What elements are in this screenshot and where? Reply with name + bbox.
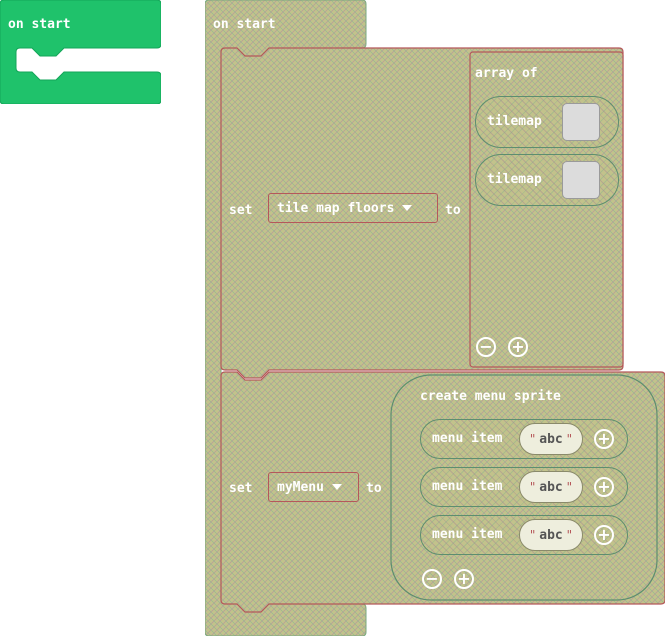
- chevron-down-icon: [331, 484, 342, 490]
- to-label: to: [366, 481, 382, 496]
- menu-item-label: menu item: [432, 527, 503, 542]
- set-my-menu-block[interactable]: set myMenu to create menu sprite menu it…: [221, 372, 665, 604]
- add-parameter-icon[interactable]: +: [594, 525, 614, 545]
- add-parameter-icon[interactable]: +: [594, 429, 614, 449]
- chevron-down-icon: [402, 205, 413, 211]
- menu-item-text-field[interactable]: " abc ": [519, 423, 583, 455]
- tilemap-editor-swatch[interactable]: [562, 103, 600, 141]
- tilemap-label: tilemap: [487, 114, 542, 129]
- create-menu-sprite-label: create menu sprite: [420, 389, 561, 404]
- set-label: set: [229, 481, 253, 496]
- menu-item-value: abc: [539, 527, 563, 543]
- menu-item-text-field[interactable]: " abc ": [519, 519, 583, 551]
- quote-open: ": [529, 432, 537, 446]
- toolbox-on-start-label: on start: [8, 17, 71, 32]
- remove-item-icon[interactable]: −: [422, 569, 442, 589]
- menu-item-1[interactable]: menu item " abc " +: [420, 419, 628, 459]
- on-start-label: on start: [213, 17, 276, 32]
- tilemap-label: tilemap: [487, 172, 542, 187]
- variable-name: myMenu: [277, 479, 324, 495]
- variable-name: tile map floors: [277, 200, 395, 216]
- set-tile-map-floors-block[interactable]: set tile map floors to array of tilemap …: [221, 48, 623, 370]
- quote-close: ": [565, 480, 573, 494]
- variable-dropdown-tile-map-floors[interactable]: tile map floors: [268, 193, 438, 223]
- tilemap-editor-swatch[interactable]: [562, 161, 600, 199]
- tilemap-item-1[interactable]: tilemap: [475, 96, 619, 148]
- menu-item-value: abc: [539, 479, 563, 495]
- menu-item-label: menu item: [432, 431, 503, 446]
- add-parameter-icon[interactable]: +: [594, 477, 614, 497]
- quote-close: ": [565, 528, 573, 542]
- menu-item-text-field[interactable]: " abc ": [519, 471, 583, 503]
- menu-item-value: abc: [539, 431, 563, 447]
- tilemap-item-2[interactable]: tilemap: [475, 154, 619, 206]
- add-item-icon[interactable]: +: [454, 569, 474, 589]
- to-label: to: [445, 203, 461, 218]
- set-label: set: [229, 203, 253, 218]
- menu-item-2[interactable]: menu item " abc " +: [420, 467, 628, 507]
- remove-item-icon[interactable]: −: [476, 337, 496, 357]
- menu-item-label: menu item: [432, 479, 503, 494]
- toolbox-on-start-block[interactable]: on start: [0, 0, 161, 104]
- quote-open: ": [529, 528, 537, 542]
- quote-close: ": [565, 432, 573, 446]
- variable-dropdown-my-menu[interactable]: myMenu: [268, 472, 359, 502]
- on-start-hat-block[interactable]: on start set tile map floors to array of…: [205, 0, 665, 636]
- menu-item-3[interactable]: menu item " abc " +: [420, 515, 628, 555]
- array-of-label: array of: [475, 66, 538, 81]
- add-item-icon[interactable]: +: [508, 337, 528, 357]
- quote-open: ": [529, 480, 537, 494]
